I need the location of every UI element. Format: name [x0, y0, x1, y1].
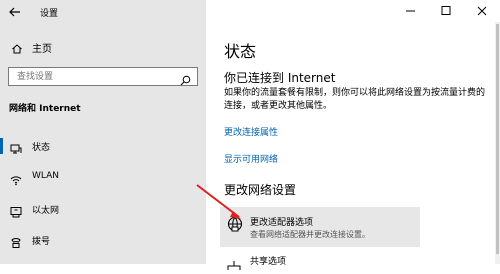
minimize-icon [392, 7, 428, 26]
change-network-settings-heading: 更改网络设置 [224, 183, 297, 197]
home-icon [11, 40, 23, 54]
adapter-options-description: 查看网络适配器并更改连接设置。 [250, 230, 370, 239]
search-input[interactable] [9, 68, 179, 85]
ethernet-icon [10, 203, 22, 218]
show-available-networks-link[interactable]: 显示可用网络 [224, 152, 278, 165]
home-label: 主页 [32, 44, 52, 55]
page-title: 状态 [224, 42, 257, 61]
vertical-scrollbar[interactable] [495, 22, 500, 264]
sidebar-item-label: 状态 [32, 143, 51, 153]
scrollbar-thumb[interactable] [496, 24, 499, 254]
back-arrow-icon[interactable] [7, 4, 23, 20]
dialup-icon [10, 234, 22, 248]
sidebar-item-wlan[interactable]: WLAN [0, 166, 206, 188]
change-adapter-options-button[interactable]: 更改适配器选项 查看网络适配器并更改连接设置。 [220, 207, 420, 247]
maximize-button[interactable] [428, 0, 464, 22]
change-connection-properties-link[interactable]: 更改连接属性 [224, 125, 278, 138]
sidebar-item-label: 拨号 [32, 237, 51, 247]
sidebar-item-label: WLAN [32, 171, 60, 181]
network-status-icon [10, 140, 22, 154]
adapter-options-title: 更改适配器选项 [250, 218, 314, 228]
sidebar-item-label: 以太网 [32, 206, 60, 216]
search-box[interactable] [8, 67, 198, 86]
maximize-icon [428, 6, 464, 26]
sharing-options-title: 共享选项 [250, 257, 287, 267]
sidebar: 设置 主页 网络和 Internet 状态 WLAN 以太网 [0, 0, 206, 264]
sidebar-item-dialup[interactable]: 拨号 [0, 229, 206, 251]
sidebar-item-ethernet[interactable]: 以太网 [0, 198, 206, 220]
main-panel: 状态 你已连接到 Internet 如果你的流量套餐有限制，则你可以将此网络设置… [206, 0, 500, 270]
section-title: 网络和 Internet [9, 104, 81, 114]
close-button[interactable] [464, 0, 500, 22]
connection-status-title: 你已连接到 Internet [224, 71, 336, 85]
network-adapter-icon [226, 215, 244, 233]
wifi-icon [10, 171, 22, 186]
sidebar-item-status[interactable]: 状态 [0, 135, 206, 157]
sharing-options-button[interactable]: 共享选项 [220, 251, 420, 270]
search-icon[interactable] [180, 71, 191, 86]
app-title: 设置 [40, 9, 59, 19]
home-nav-item[interactable]: 主页 [0, 36, 206, 56]
window-controls [392, 0, 500, 22]
connection-status-description: 如果你的流量套餐有限制，则你可以将此网络设置为按流量计费的连接，或者更改其他属性… [224, 88, 486, 111]
minimize-button[interactable] [392, 0, 428, 22]
titlebar: 设置 [0, 0, 206, 24]
